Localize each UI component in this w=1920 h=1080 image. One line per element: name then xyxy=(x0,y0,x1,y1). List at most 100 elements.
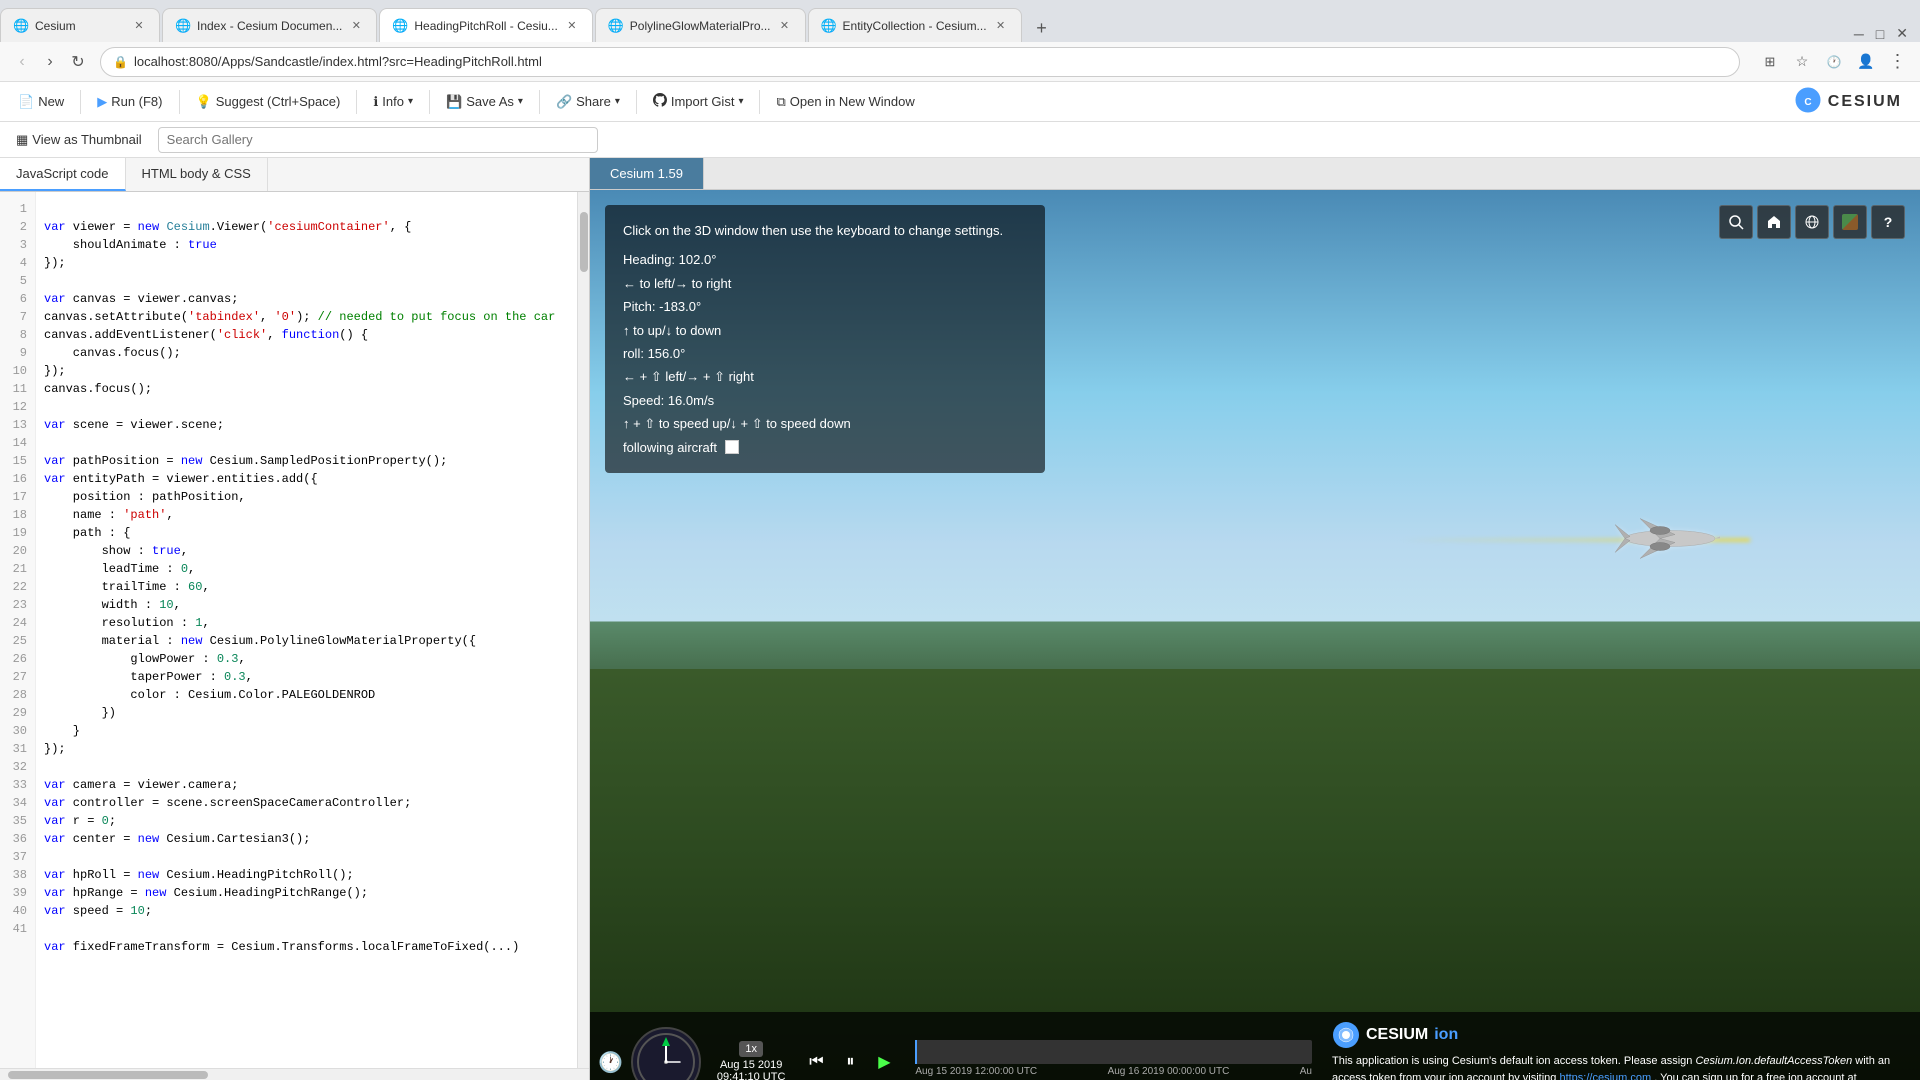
cesium-tab[interactable]: Cesium 1.59 xyxy=(590,158,704,189)
code-scroll-thumb[interactable] xyxy=(580,212,588,272)
profile-button[interactable]: 👤 xyxy=(1852,48,1880,76)
history-button[interactable]: 🕐 xyxy=(1820,48,1848,76)
reload-button[interactable]: ↻ xyxy=(64,48,92,76)
main-toolbar: 📄 New ▶ Run (F8) 💡 Suggest (Ctrl+Space) … xyxy=(0,82,1920,122)
lock-icon: 🔒 xyxy=(113,55,128,69)
suggest-icon: 💡 xyxy=(196,94,212,110)
left-right-hint: ← to left/→ to right xyxy=(623,272,1027,295)
tab-favicon-1: 🌐 xyxy=(13,18,29,34)
clock-icon[interactable]: 🕐 xyxy=(598,1050,623,1075)
cesium-3d-view[interactable]: Click on the 3D window then use the keyb… xyxy=(590,190,1920,1080)
ion-notice-main: This application is using Cesium's defau… xyxy=(1332,1055,1695,1067)
tab-close-1[interactable]: ✕ xyxy=(131,18,147,34)
menu-button[interactable]: ⋮ xyxy=(1884,48,1912,76)
new-button[interactable]: 📄 New xyxy=(8,86,74,118)
code-horizontal-scrollbar[interactable] xyxy=(0,1068,589,1080)
globe-cesium-button[interactable] xyxy=(1795,205,1829,239)
help-cesium-button[interactable]: ? xyxy=(1871,205,1905,239)
code-horiz-thumb[interactable] xyxy=(8,1071,208,1079)
suggest-button[interactable]: 💡 Suggest (Ctrl+Space) xyxy=(186,86,351,118)
code-vertical-scrollbar[interactable] xyxy=(577,192,589,1068)
browser-tab-index[interactable]: 🌐 Index - Cesium Documen... ✕ xyxy=(162,8,377,42)
following-checkbox[interactable] xyxy=(725,440,739,454)
following-row: following aircraft xyxy=(623,436,1027,459)
bookmark-button[interactable]: ☆ xyxy=(1788,48,1816,76)
tab-close-5[interactable]: ✕ xyxy=(993,18,1009,34)
tab-favicon-4: 🌐 xyxy=(608,18,624,34)
tab-label-2: Index - Cesium Documen... xyxy=(197,19,342,33)
forward-button[interactable]: › xyxy=(36,48,64,76)
browser-tab-polyline[interactable]: 🌐 PolylineGlowMaterialPro... ✕ xyxy=(595,8,806,42)
new-tab-button[interactable]: + xyxy=(1028,14,1056,42)
pitch-row: Pitch: -183.0° xyxy=(623,295,1027,318)
tab-close-3[interactable]: ✕ xyxy=(564,18,580,34)
pause-button[interactable]: ⏸ xyxy=(835,1047,865,1077)
ion-logo-ion: ion xyxy=(1434,1026,1458,1044)
cesium-logo-text: CESIUM xyxy=(1828,93,1902,111)
playback-controls: ⏮ ⏸ ▶ xyxy=(793,1047,907,1077)
timeline-bar[interactable] xyxy=(915,1040,1312,1064)
info-button[interactable]: ℹ Info xyxy=(363,86,423,118)
tab-label-1: Cesium xyxy=(35,19,125,33)
cesium-toolbar: ? xyxy=(1719,205,1905,239)
open-new-window-button[interactable]: ⧉ Open in New Window xyxy=(766,86,924,118)
ion-link[interactable]: https://cesium.com xyxy=(1559,1072,1651,1080)
tab-javascript[interactable]: JavaScript code xyxy=(0,158,126,191)
secondary-toolbar: ▦ View as Thumbnail xyxy=(0,122,1920,158)
browser-tab-heading-pitch-roll[interactable]: 🌐 HeadingPitchRoll - Cesiu... ✕ xyxy=(379,8,592,42)
up-down-hint: ↑ to up/↓ to down xyxy=(623,319,1027,342)
run-button[interactable]: ▶ Run (F8) xyxy=(87,86,172,118)
svg-text:C: C xyxy=(1804,97,1811,108)
cesium-logo-icon: C xyxy=(1794,86,1822,117)
line-numbers: 123 456 789 101112 131415 161718 192021 … xyxy=(0,192,36,1068)
run-icon: ▶ xyxy=(97,94,107,110)
tab-label-4: PolylineGlowMaterialPro... xyxy=(630,19,771,33)
open-window-icon: ⧉ xyxy=(776,94,785,110)
view-thumbnail-button[interactable]: ▦ View as Thumbnail xyxy=(8,128,150,152)
timeline-time: 09:41:10 UTC xyxy=(717,1071,785,1080)
translate-button[interactable]: ⊞ xyxy=(1756,48,1784,76)
save-as-button[interactable]: 💾 Save As xyxy=(436,86,533,118)
tab-close-4[interactable]: ✕ xyxy=(777,18,793,34)
browser-tab-cesium[interactable]: 🌐 Cesium ✕ xyxy=(0,8,160,42)
browser-tab-entity[interactable]: 🌐 EntityCollection - Cesium... ✕ xyxy=(808,8,1022,42)
timeline-end-label: Aug 16 2019 00:00:00 UTC xyxy=(1108,1066,1230,1077)
play-button[interactable]: ▶ xyxy=(869,1047,899,1077)
tab-favicon-5: 🌐 xyxy=(821,18,837,34)
roll-label: roll: xyxy=(623,346,644,361)
roll-hint: ← + ⇧ left/→ + ⇧ right xyxy=(623,365,1027,388)
cesium-3d-panel: Cesium 1.59 xyxy=(590,158,1920,1080)
minimize-button[interactable]: ─ xyxy=(1854,26,1864,42)
map-cesium-button[interactable] xyxy=(1833,205,1867,239)
roll-row: roll: 156.0° xyxy=(623,342,1027,365)
speed-value: 16.0m/s xyxy=(668,393,714,408)
info-title: Click on the 3D window then use the keyb… xyxy=(623,219,1027,242)
home-cesium-button[interactable] xyxy=(1757,205,1791,239)
speed-label: Speed: xyxy=(623,393,664,408)
tab-bar: 🌐 Cesium ✕ 🌐 Index - Cesium Documen... ✕… xyxy=(0,0,1920,42)
tab-html-css[interactable]: HTML body & CSS xyxy=(126,158,268,191)
share-button[interactable]: 🔗 Share xyxy=(546,86,630,118)
timeline-start-label: Aug 15 2019 12:00:00 UTC xyxy=(915,1066,1037,1077)
search-gallery-input[interactable] xyxy=(158,127,598,153)
code-panel: JavaScript code HTML body & CSS 123 456 … xyxy=(0,158,590,1080)
code-content[interactable]: var viewer = new Cesium.Viewer('cesiumCo… xyxy=(36,192,577,1068)
close-button[interactable]: ✕ xyxy=(1896,25,1908,42)
tab-close-2[interactable]: ✕ xyxy=(348,18,364,34)
heading-label: Heading: xyxy=(623,252,675,267)
import-gist-button[interactable]: Import Gist xyxy=(643,86,754,118)
new-icon: 📄 xyxy=(18,94,34,110)
thumbnail-icon: ▦ xyxy=(16,132,28,148)
back-button[interactable]: ‹ xyxy=(8,48,36,76)
info-icon: ℹ xyxy=(373,94,378,110)
tab-favicon-2: 🌐 xyxy=(175,18,191,34)
toolbar-sep-6 xyxy=(636,90,637,114)
ion-token-text: Cesium.Ion.defaultAccessToken xyxy=(1695,1055,1852,1067)
main-content: JavaScript code HTML body & CSS 123 456 … xyxy=(0,158,1920,1080)
address-bar[interactable]: 🔒 localhost:8080/Apps/Sandcastle/index.h… xyxy=(100,47,1740,77)
search-cesium-button[interactable] xyxy=(1719,205,1753,239)
aircraft xyxy=(1600,509,1720,572)
maximize-button[interactable]: □ xyxy=(1876,26,1884,42)
prev-button[interactable]: ⏮ xyxy=(801,1047,831,1077)
tab-favicon-3: 🌐 xyxy=(392,18,408,34)
